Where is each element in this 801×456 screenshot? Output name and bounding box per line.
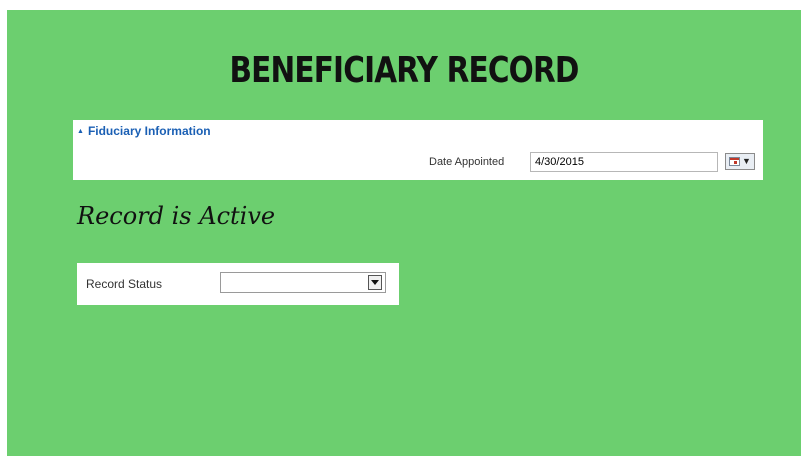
section-header-label: Fiduciary Information <box>87 124 211 138</box>
chevron-down-icon: ▼ <box>742 156 751 166</box>
collapse-triangle-icon: ▲ <box>77 127 84 135</box>
page-title: BENEFICIARY RECORD <box>229 50 579 91</box>
fiduciary-panel: ▲ Fiduciary Information Date Appointed ▼ <box>73 120 763 180</box>
date-appointed-input[interactable] <box>530 152 718 172</box>
record-status-panel: Record Status <box>77 263 399 305</box>
fiduciary-section-toggle[interactable]: ▲ Fiduciary Information <box>77 124 211 138</box>
dropdown-arrow-icon[interactable] <box>368 275 382 290</box>
record-status-select[interactable] <box>220 272 386 293</box>
record-active-heading: Record is Active <box>77 202 276 230</box>
date-appointed-label: Date Appointed <box>429 156 505 168</box>
calendar-icon <box>729 157 741 166</box>
record-status-label: Record Status <box>86 277 163 291</box>
date-picker-button[interactable]: ▼ <box>725 153 755 170</box>
slide-canvas: BENEFICIARY RECORD ▲ Fiduciary Informati… <box>7 10 801 456</box>
